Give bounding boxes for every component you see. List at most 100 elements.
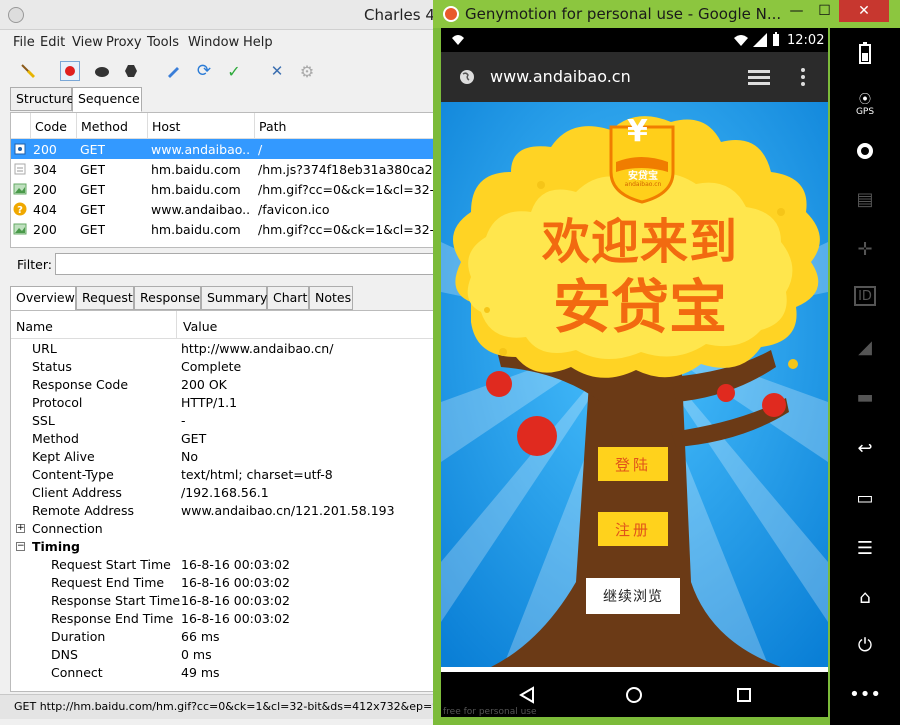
- url-text[interactable]: www.andaibao.cn: [490, 67, 631, 86]
- cell-method: GET: [80, 222, 106, 237]
- more-dots-icon[interactable]: •••: [849, 681, 881, 707]
- overview-row[interactable]: Response Code 200 OK: [11, 376, 439, 394]
- row-value: GET: [181, 431, 207, 446]
- col-method[interactable]: Method: [81, 119, 128, 134]
- gps-icon[interactable]: ⦿ GPS: [852, 90, 878, 117]
- capture-clapper-icon[interactable]: ▤: [852, 186, 878, 212]
- throttle-turtle-icon[interactable]: [92, 61, 112, 81]
- timing-row[interactable]: Duration 66 ms: [11, 628, 439, 646]
- connection-label: Connection: [32, 521, 103, 536]
- register-button[interactable]: 注册: [598, 512, 668, 546]
- overflow-menu-icon[interactable]: [800, 67, 806, 87]
- image-icon: [13, 182, 27, 196]
- charles-window-title: Charles 4.: [364, 6, 440, 24]
- col-name[interactable]: Name: [16, 319, 53, 334]
- table-row[interactable]: 200 GET hm.baidu.com /hm.gif?cc=0&ck=1&c…: [11, 179, 439, 199]
- webview: ¥ 安贷宝 andaibao.cn 欢迎来到 安贷宝 登陆 注册 继续浏览: [441, 102, 828, 672]
- timing-row[interactable]: DNS 0 ms: [11, 646, 439, 664]
- recent-apps-icon[interactable]: ▭: [852, 485, 878, 511]
- col-value[interactable]: Value: [183, 319, 217, 334]
- table-row[interactable]: 200 GET hm.baidu.com /hm.gif?cc=0&ck=1&c…: [11, 219, 439, 239]
- overview-row[interactable]: Client Address/192.168.56.1: [11, 484, 439, 502]
- timing-row[interactable]: Request End Time 16-8-16 00:03:02: [11, 574, 439, 592]
- dpad-icon[interactable]: ✛: [852, 236, 878, 262]
- repeat-icon[interactable]: ⟳: [194, 61, 214, 81]
- watermark-text: free for personal use: [443, 707, 537, 717]
- continue-browsing-button[interactable]: 继续浏览: [586, 578, 680, 614]
- network-rss-icon[interactable]: ◢: [852, 334, 878, 360]
- overview-row[interactable]: Protocol HTTP/1.1: [11, 394, 439, 412]
- menu-window[interactable]: Window: [188, 35, 239, 50]
- overview-row[interactable]: Method GET: [11, 430, 439, 448]
- settings-gear-icon[interactable]: ⚙: [297, 61, 317, 81]
- table-row[interactable]: 304 GET hm.baidu.com /hm.js?374f18eb31a3…: [11, 159, 439, 179]
- breakpoints-hexagon-icon[interactable]: [121, 61, 141, 81]
- filter-label: Filter:: [17, 257, 52, 272]
- sms-icon[interactable]: ▬: [852, 384, 878, 410]
- tools-icon[interactable]: ✕: [267, 61, 287, 81]
- overview-row[interactable]: Status Complete: [11, 358, 439, 376]
- overview-row[interactable]: Content-Type text/html; charset=utf-8: [11, 466, 439, 484]
- expand-plus-icon[interactable]: +: [16, 524, 25, 533]
- validate-check-icon[interactable]: ✓: [224, 61, 244, 81]
- power-icon[interactable]: ⏻: [852, 632, 878, 658]
- welcome-heading-line2: 安贷宝: [552, 273, 727, 341]
- cell-code: 200: [33, 142, 57, 157]
- menu-view[interactable]: View: [72, 35, 103, 50]
- tabs-stack-icon[interactable]: [748, 68, 770, 86]
- tab-structure[interactable]: Structure: [10, 87, 74, 111]
- menu-proxy[interactable]: Proxy: [106, 35, 142, 50]
- connection-group[interactable]: + Connection: [11, 520, 439, 538]
- menu-help[interactable]: Help: [243, 35, 273, 50]
- nav-back-icon[interactable]: [518, 686, 536, 704]
- tab-chart[interactable]: Chart: [267, 286, 309, 310]
- overview-row[interactable]: SSL -: [11, 412, 439, 430]
- timing-row[interactable]: Connect 49 ms: [11, 664, 439, 682]
- record-icon[interactable]: [60, 61, 80, 81]
- login-button[interactable]: 登陆: [598, 447, 668, 481]
- overview-panel: Name Value URL http://www.andaibao.cn/ St…: [10, 310, 440, 692]
- nav-recents-icon[interactable]: [735, 686, 753, 704]
- tab-request[interactable]: Request: [76, 286, 134, 310]
- col-code[interactable]: Code: [35, 119, 67, 134]
- image-icon: [13, 222, 27, 236]
- timing-row[interactable]: Request Start Time 16-8-16 00:03:02: [11, 556, 439, 574]
- minimize-icon[interactable]: —: [783, 0, 810, 22]
- tab-response[interactable]: Response: [134, 286, 201, 310]
- menu-edit[interactable]: Edit: [40, 35, 65, 50]
- table-row[interactable]: 200 GET www.andaibao.... /: [11, 139, 439, 159]
- timing-row[interactable]: Response Start Time 16-8-16 00:03:02: [11, 592, 439, 610]
- genymotion-app-icon: [443, 6, 459, 22]
- overview-row[interactable]: Remote Address www.andaibao.cn/121.201.58…: [11, 502, 439, 520]
- nav-home-icon[interactable]: [625, 686, 643, 704]
- tab-notes[interactable]: Notes: [309, 286, 353, 310]
- menu-tools[interactable]: Tools: [147, 35, 179, 50]
- filter-input[interactable]: [55, 253, 440, 275]
- broom-icon[interactable]: [18, 61, 38, 81]
- col-path[interactable]: Path: [259, 119, 286, 134]
- timing-group[interactable]: − Timing: [11, 538, 439, 556]
- battery-icon[interactable]: [852, 40, 878, 66]
- cell-code: 200: [33, 222, 57, 237]
- menu-icon[interactable]: ☰: [852, 535, 878, 561]
- maximize-icon[interactable]: ☐: [810, 0, 839, 22]
- tab-overview[interactable]: Overview: [10, 286, 76, 311]
- overview-row[interactable]: Kept Alive No: [11, 448, 439, 466]
- overview-row[interactable]: URL http://www.andaibao.cn/: [11, 340, 439, 358]
- timing-row[interactable]: Response End Time 16-8-16 00:03:02: [11, 610, 439, 628]
- camera-icon[interactable]: [852, 138, 878, 164]
- collapse-minus-icon[interactable]: −: [16, 542, 25, 551]
- menu-file[interactable]: File: [13, 35, 35, 50]
- row-name: Method: [32, 431, 79, 446]
- battery-icon: [773, 32, 779, 46]
- close-icon[interactable]: ✕: [839, 0, 889, 22]
- device-id-icon[interactable]: ID: [854, 286, 876, 306]
- compose-pen-icon[interactable]: [163, 61, 183, 81]
- row-name: Protocol: [32, 395, 83, 410]
- tab-sequence[interactable]: Sequence: [72, 87, 142, 112]
- back-arrow-icon[interactable]: ↩: [852, 435, 878, 461]
- col-host[interactable]: Host: [152, 119, 180, 134]
- table-row[interactable]: ? 404 GET www.andaibao.... /favicon.ico: [11, 199, 439, 219]
- home-icon[interactable]: ⌂: [852, 584, 878, 610]
- tab-summary[interactable]: Summary: [201, 286, 267, 310]
